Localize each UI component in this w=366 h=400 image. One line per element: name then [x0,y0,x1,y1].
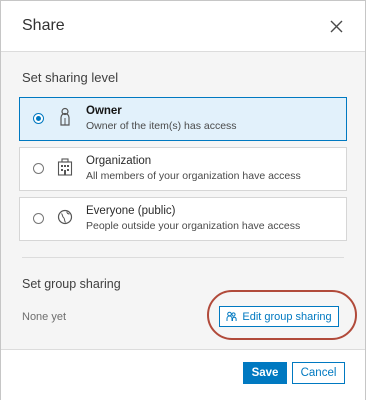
option-organization[interactable]: Organization All members of your organiz… [19,147,347,191]
section-divider [22,257,344,258]
close-icon [330,20,342,32]
group-icon [226,311,237,321]
save-button[interactable]: Save [243,362,287,384]
globe-icon [57,209,73,225]
dialog-title: Share [22,17,65,34]
option-owner[interactable]: Owner Owner of the item(s) has access [19,97,347,141]
radio-everyone[interactable] [33,213,44,224]
dialog-footer: Save Cancel [1,349,365,400]
option-organization-description: All members of your organization have ac… [86,170,301,182]
dialog-body: Set sharing level Owner Owner of the ite… [1,52,365,349]
sharing-level-label: Set sharing level [22,70,119,85]
group-sharing-label: Set group sharing [22,277,121,291]
option-everyone[interactable]: Everyone (public) People outside your or… [19,197,347,241]
share-dialog: Share Set sharing level Owner Owner of t… [0,0,366,400]
radio-owner[interactable] [33,113,44,124]
option-owner-description: Owner of the item(s) has access [86,120,237,132]
option-everyone-title: Everyone (public) [86,205,176,217]
organization-icon [57,158,73,176]
cancel-button[interactable]: Cancel [292,362,345,384]
group-sharing-status: None yet [22,311,67,323]
edit-group-sharing-button[interactable]: Edit group sharing [219,306,339,327]
radio-organization[interactable] [33,163,44,174]
person-icon [60,107,70,126]
edit-group-sharing-label: Edit group sharing [242,310,332,323]
close-button[interactable] [325,15,347,37]
option-owner-title: Owner [86,105,122,117]
dialog-header: Share [1,1,365,52]
option-organization-title: Organization [86,155,152,167]
option-everyone-description: People outside your organization have ac… [86,220,301,232]
